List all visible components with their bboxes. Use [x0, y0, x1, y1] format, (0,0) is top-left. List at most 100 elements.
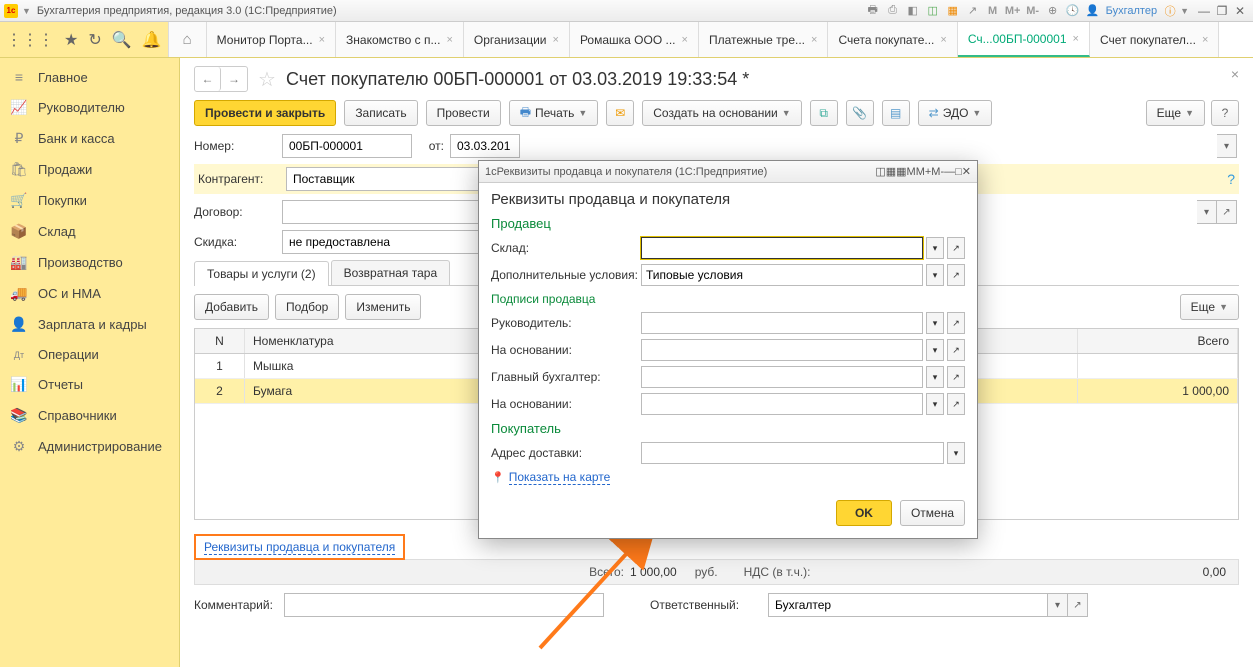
calendar-icon[interactable]: ▦ [886, 165, 896, 178]
apps-icon[interactable]: ⋮⋮⋮ [6, 30, 54, 50]
add-row-button[interactable]: Добавить [194, 294, 269, 320]
write-button[interactable]: Записать [344, 100, 417, 126]
discount-input[interactable] [282, 230, 482, 254]
dropdown-button[interactable]: ▾ [926, 237, 944, 259]
edit-row-button[interactable]: Изменить [345, 294, 421, 320]
tab-orgs[interactable]: Организации× [464, 22, 570, 57]
email-button[interactable]: ✉ [606, 100, 634, 126]
close-icon[interactable]: × [940, 34, 946, 46]
rows-more-button[interactable]: Еще▼ [1180, 294, 1239, 320]
close-icon[interactable]: × [1073, 33, 1079, 45]
close-button[interactable]: ✕ [1231, 4, 1249, 18]
tare-tab[interactable]: Возвратная тара [331, 260, 451, 285]
close-icon[interactable]: × [319, 34, 325, 46]
tab-intro[interactable]: Знакомство с п...× [336, 22, 464, 57]
close-icon[interactable]: × [446, 34, 452, 46]
sidebar-item-catalogs[interactable]: 📚Справочники [0, 400, 179, 431]
output-icon[interactable]: ⎙ [885, 3, 901, 19]
app-menu-dropdown-icon[interactable]: ▼ [22, 6, 31, 16]
structure-icon[interactable]: ⧉ [810, 100, 838, 126]
comment-input[interactable] [284, 593, 604, 617]
tab-invoices[interactable]: Счета покупате...× [828, 22, 957, 57]
info-icon[interactable]: ⓘ [1162, 3, 1178, 19]
accountant-input[interactable] [641, 366, 923, 388]
user-icon[interactable]: 👤 [1085, 3, 1101, 19]
open-button[interactable]: ↗ [947, 339, 965, 361]
post-and-close-button[interactable]: Провести и закрыть [194, 100, 336, 126]
sidebar-item-production[interactable]: 🏭Производство [0, 247, 179, 278]
mminus-button[interactable]: M- [1025, 3, 1041, 19]
dialog-min-button[interactable]: — [944, 166, 955, 178]
debug-icon[interactable]: ▦ [896, 165, 906, 178]
sidebar-item-main[interactable]: ≡Главное [0, 62, 179, 92]
sidebar-item-sales[interactable]: 🛍Продажи [0, 154, 179, 185]
tab-invoice-new[interactable]: Счет покупател...× [1090, 22, 1219, 57]
dropdown-button[interactable]: ▾ [926, 339, 944, 361]
calendar-icon[interactable]: ▦ [945, 3, 961, 19]
ok-button[interactable]: OK [836, 500, 892, 526]
dropdown-button[interactable]: ▾ [926, 312, 944, 334]
report-icon[interactable]: ▤ [882, 100, 910, 126]
tab-monitor[interactable]: Монитор Порта...× [207, 22, 336, 57]
sidebar-item-reports[interactable]: 📊Отчеты [0, 369, 179, 400]
info-dropdown-icon[interactable]: ▼ [1180, 6, 1189, 16]
dropdown-button[interactable]: ▾ [926, 366, 944, 388]
mminus-button[interactable]: M- [931, 166, 944, 178]
calc-icon[interactable]: ◫ [925, 3, 941, 19]
tab-payments[interactable]: Платежные тре...× [699, 22, 829, 57]
print-button[interactable]: 🖶Печать▼ [509, 100, 599, 126]
dropdown-button[interactable]: ▾ [926, 393, 944, 415]
link-icon[interactable]: ↗ [965, 3, 981, 19]
sidebar-item-assets[interactable]: 🚚ОС и НМА [0, 278, 179, 309]
responsible-open-button[interactable]: ↗ [1068, 593, 1088, 617]
help-contragent-icon[interactable]: ? [1227, 171, 1235, 187]
favorite-icon[interactable]: ★ [64, 30, 78, 50]
close-icon[interactable]: × [1202, 34, 1208, 46]
responsible-input[interactable] [768, 593, 1048, 617]
sidebar-item-purchases[interactable]: 🛒Покупки [0, 185, 179, 216]
warehouse-input[interactable] [641, 237, 923, 259]
tab-invoice-current[interactable]: Сч...00БП-000001× [958, 22, 1090, 57]
contract-input[interactable] [282, 200, 482, 224]
sidebar-item-warehouse[interactable]: 📦Склад [0, 216, 179, 247]
sidebar-item-bank[interactable]: ₽Банк и касса [0, 123, 179, 154]
post-button[interactable]: Провести [426, 100, 501, 126]
forward-button[interactable]: → [221, 67, 247, 91]
restore-button[interactable]: ❐ [1213, 4, 1231, 18]
contract-dropdown-button[interactable]: ▾ [1197, 200, 1217, 224]
goods-tab[interactable]: Товары и услуги (2) [194, 261, 329, 286]
mplus-button[interactable]: M+ [916, 166, 932, 178]
date-input[interactable] [450, 134, 520, 158]
open-button[interactable]: ↗ [947, 237, 965, 259]
number-input[interactable] [282, 134, 412, 158]
help-button[interactable]: ? [1211, 100, 1239, 126]
close-document-button[interactable]: × [1231, 66, 1239, 82]
pick-button[interactable]: Подбор [275, 294, 339, 320]
close-icon[interactable]: × [553, 34, 559, 46]
search-icon[interactable]: 🔍 [112, 30, 132, 50]
m-button[interactable]: M [907, 166, 916, 178]
extra-conditions-input[interactable] [641, 264, 923, 286]
bell-icon[interactable]: 🔔 [142, 30, 162, 50]
open-button[interactable]: ↗ [947, 366, 965, 388]
print-icon[interactable]: 🖶 [865, 3, 881, 19]
zoom-icon[interactable]: ⊕ [1045, 3, 1061, 19]
tab-romashka[interactable]: Ромашка ООО ...× [570, 22, 699, 57]
user-label[interactable]: Бухгалтер [1103, 5, 1160, 17]
basis2-input[interactable] [641, 393, 923, 415]
show-on-map-link[interactable]: Показать на карте [509, 470, 611, 485]
home-tab[interactable]: ⌂ [169, 22, 207, 57]
m-button[interactable]: M [985, 3, 1001, 19]
minimize-button[interactable]: — [1195, 4, 1213, 18]
clock-icon[interactable]: 🕓 [1065, 3, 1081, 19]
dialog-close-button[interactable]: ✕ [962, 165, 971, 178]
dialog-max-button[interactable]: □ [955, 166, 962, 178]
back-button[interactable]: ← [195, 67, 221, 91]
cancel-button[interactable]: Отмена [900, 500, 965, 526]
responsible-dropdown-button[interactable]: ▾ [1048, 593, 1068, 617]
edo-button[interactable]: ⇄ЭДО▼ [918, 100, 993, 126]
mplus-button[interactable]: M+ [1005, 3, 1021, 19]
sidebar-item-admin[interactable]: ⚙Администрирование [0, 431, 179, 462]
open-button[interactable]: ↗ [947, 312, 965, 334]
contragent-input[interactable] [286, 167, 486, 191]
